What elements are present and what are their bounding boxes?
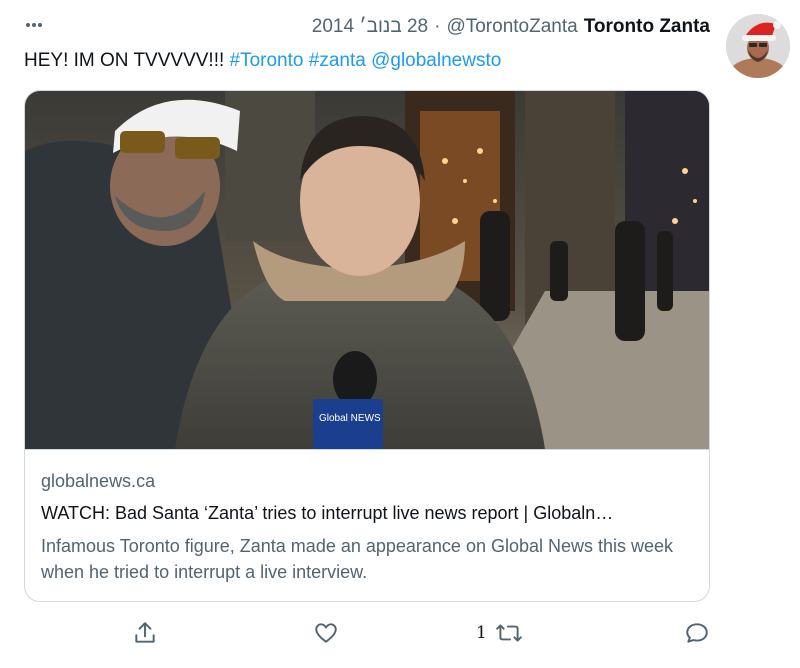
mention-link[interactable]: @globalnewsto	[371, 50, 501, 71]
card-domain: globalnews.ca	[41, 471, 156, 491]
action-bar: 1	[0, 618, 800, 648]
retweet-button[interactable]: 1	[476, 618, 523, 648]
tweet-text-body: HEY! IM ON TVVVVV!!!	[24, 50, 230, 71]
more-horizontal-icon	[26, 23, 42, 27]
mic-flag-text: Global NEWS	[319, 413, 381, 424]
user-handle[interactable]: @TorontoZanta	[446, 16, 577, 38]
heart-icon	[315, 623, 337, 643]
tweet-date[interactable]: 28 בנוב׳ 2014	[312, 16, 428, 38]
tweet-text: HEY! IM ON TVVVVV!!! #Toronto #zanta @gl…	[24, 50, 501, 72]
retweet-count: 1	[476, 623, 487, 643]
reply-button[interactable]	[684, 618, 710, 648]
hashtag-link[interactable]: #Toronto	[230, 50, 304, 71]
news-report-thumbnail: Global NEWS	[25, 91, 709, 449]
like-button[interactable]	[313, 618, 339, 648]
tweet: Toronto Zanta @TorontoZanta · 28 בנוב׳ 2…	[0, 0, 800, 668]
separator-dot: ·	[434, 16, 441, 37]
card-title: WATCH: Bad Santa ‘Zanta’ tries to interr…	[41, 503, 614, 523]
share-button[interactable]	[132, 618, 158, 648]
more-options-button[interactable]	[24, 14, 52, 36]
avatar-image	[726, 14, 790, 78]
display-name[interactable]: Toronto Zanta	[584, 16, 710, 38]
card-image: Global NEWS	[25, 91, 709, 450]
share-icon	[135, 622, 155, 643]
avatar[interactable]	[726, 14, 790, 78]
retweet-icon	[496, 624, 522, 642]
reply-icon	[686, 623, 708, 643]
link-preview-card[interactable]: Global NEWS globalnews.ca WATCH: Bad San…	[24, 90, 710, 602]
card-description: Infamous Toronto figure, Zanta made an a…	[41, 536, 674, 582]
hashtag-link[interactable]: #zanta	[309, 50, 366, 71]
tweet-header: Toronto Zanta @TorontoZanta · 28 בנוב׳ 2…	[312, 16, 710, 38]
